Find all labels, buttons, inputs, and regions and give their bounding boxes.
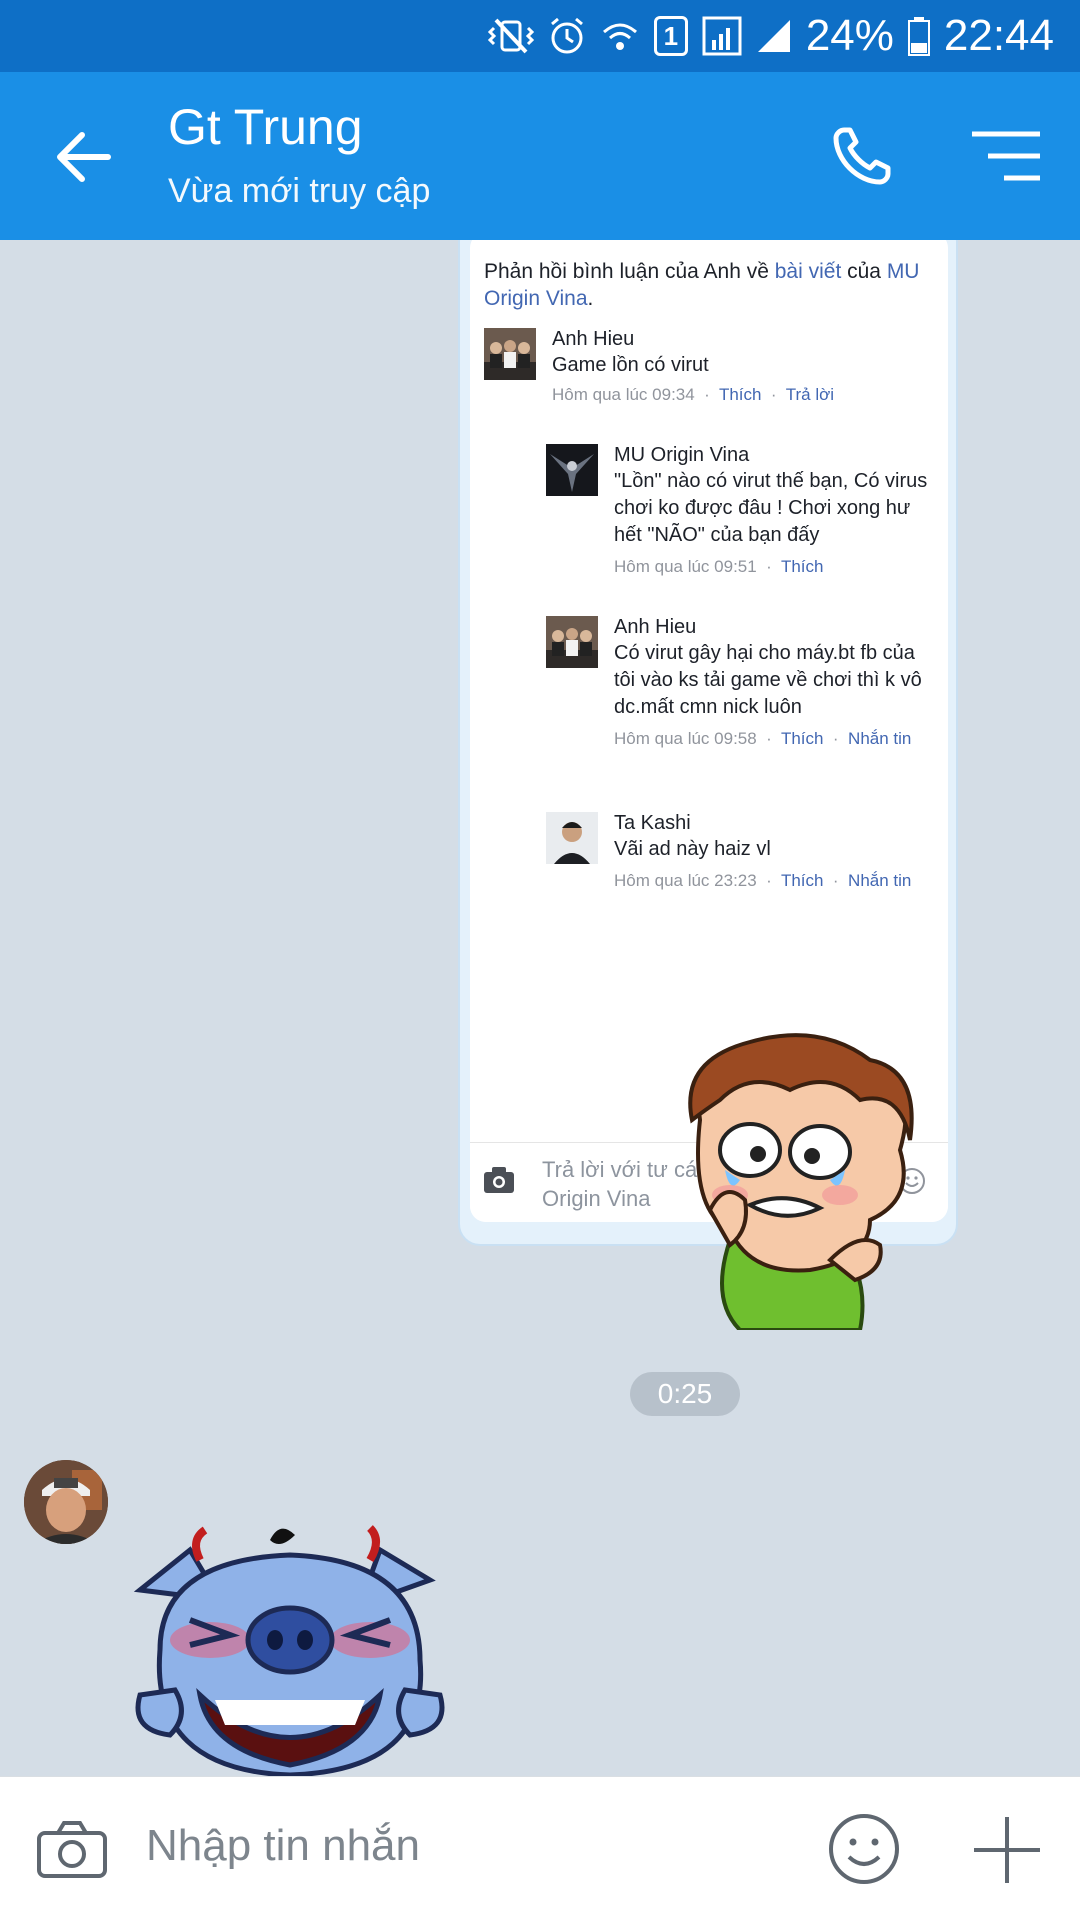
post-link: bài viết: [774, 260, 842, 283]
sticker-laughing-pig[interactable]: [120, 1520, 450, 1776]
battery-percent: 24%: [805, 11, 894, 60]
battery-icon: [907, 14, 930, 58]
comment-author: Anh Hieu: [552, 328, 635, 350]
sim-icon: 1: [653, 14, 688, 58]
comment: Anh Hieu Game lồn có virut Hôm qua lúc 0…: [484, 328, 934, 418]
comment-author: MU Origin Vina: [614, 444, 750, 466]
timestamp-pill: 0:25: [630, 1372, 740, 1416]
plus-icon[interactable]: [972, 1815, 1042, 1885]
camera-icon: [484, 1167, 514, 1193]
emoji-icon[interactable]: [828, 1813, 900, 1885]
signal-box-icon: [702, 14, 742, 58]
comment-text: "Lồn" nào có virut thế bạn, Có virus chơ…: [614, 470, 928, 546]
message-list[interactable]: Phản hồi bình luận của Anh về bài viết c…: [0, 240, 1080, 1776]
camera-icon[interactable]: [36, 1819, 108, 1879]
signal-icon: [756, 14, 792, 58]
vibrate-mute-icon: [487, 14, 534, 58]
wifi-icon: [600, 14, 640, 58]
comment-reply: MU Origin Vina "Lồn" nào có virut thế bạ…: [546, 444, 936, 584]
status-bar: 1 24% 22:44: [0, 0, 1080, 72]
chat-header: Gt Trung Vừa mới truy cập: [0, 72, 1080, 240]
sticker-crying-boy[interactable]: [670, 1030, 940, 1330]
sender-avatar[interactable]: [24, 1460, 108, 1544]
comment-meta: Hôm qua lúc 09:34 · Thích · Trả lời: [552, 385, 835, 404]
composer: Nhập tin nhắn: [0, 1776, 1080, 1921]
comment-meta: Hôm qua lúc 23:23 · Thích · Nhắn tin: [614, 871, 912, 890]
message-input[interactable]: Nhập tin nhắn: [146, 1821, 420, 1871]
commenter-avatar: [546, 616, 598, 668]
alarm-icon: [548, 14, 586, 58]
comment-meta: Hôm qua lúc 09:51 · Thích: [614, 557, 824, 576]
menu-icon[interactable]: [970, 130, 1042, 182]
comment-author: Anh Hieu: [614, 616, 697, 638]
comment-author: Ta Kashi: [614, 812, 691, 834]
presence-status: Vừa mới truy cập: [168, 172, 431, 210]
comment-text: Có virut gây hại cho máy.bt fb của tôi v…: [614, 642, 922, 718]
commenter-avatar: [484, 328, 536, 380]
comment-reply: Anh Hieu Có virut gây hại cho máy.bt fb …: [546, 616, 936, 776]
comment-text: Game lồn có virut: [552, 354, 709, 376]
back-arrow-icon[interactable]: [48, 122, 118, 192]
clock: 22:44: [943, 11, 1054, 60]
page-avatar: [546, 444, 598, 496]
comment-text: Vãi ad này haiz vl: [614, 838, 771, 860]
comment-reply: Ta Kashi Vãi ad này haiz vl Hôm qua lúc …: [546, 812, 936, 922]
commenter-avatar: [546, 812, 598, 864]
contact-name[interactable]: Gt Trung: [168, 98, 363, 156]
phone-call-icon[interactable]: [830, 124, 894, 188]
comment-meta: Hôm qua lúc 09:58 · Thích · Nhắn tin: [614, 729, 912, 748]
screenshot-intro: Phản hồi bình luận của Anh về bài viết c…: [484, 260, 920, 310]
